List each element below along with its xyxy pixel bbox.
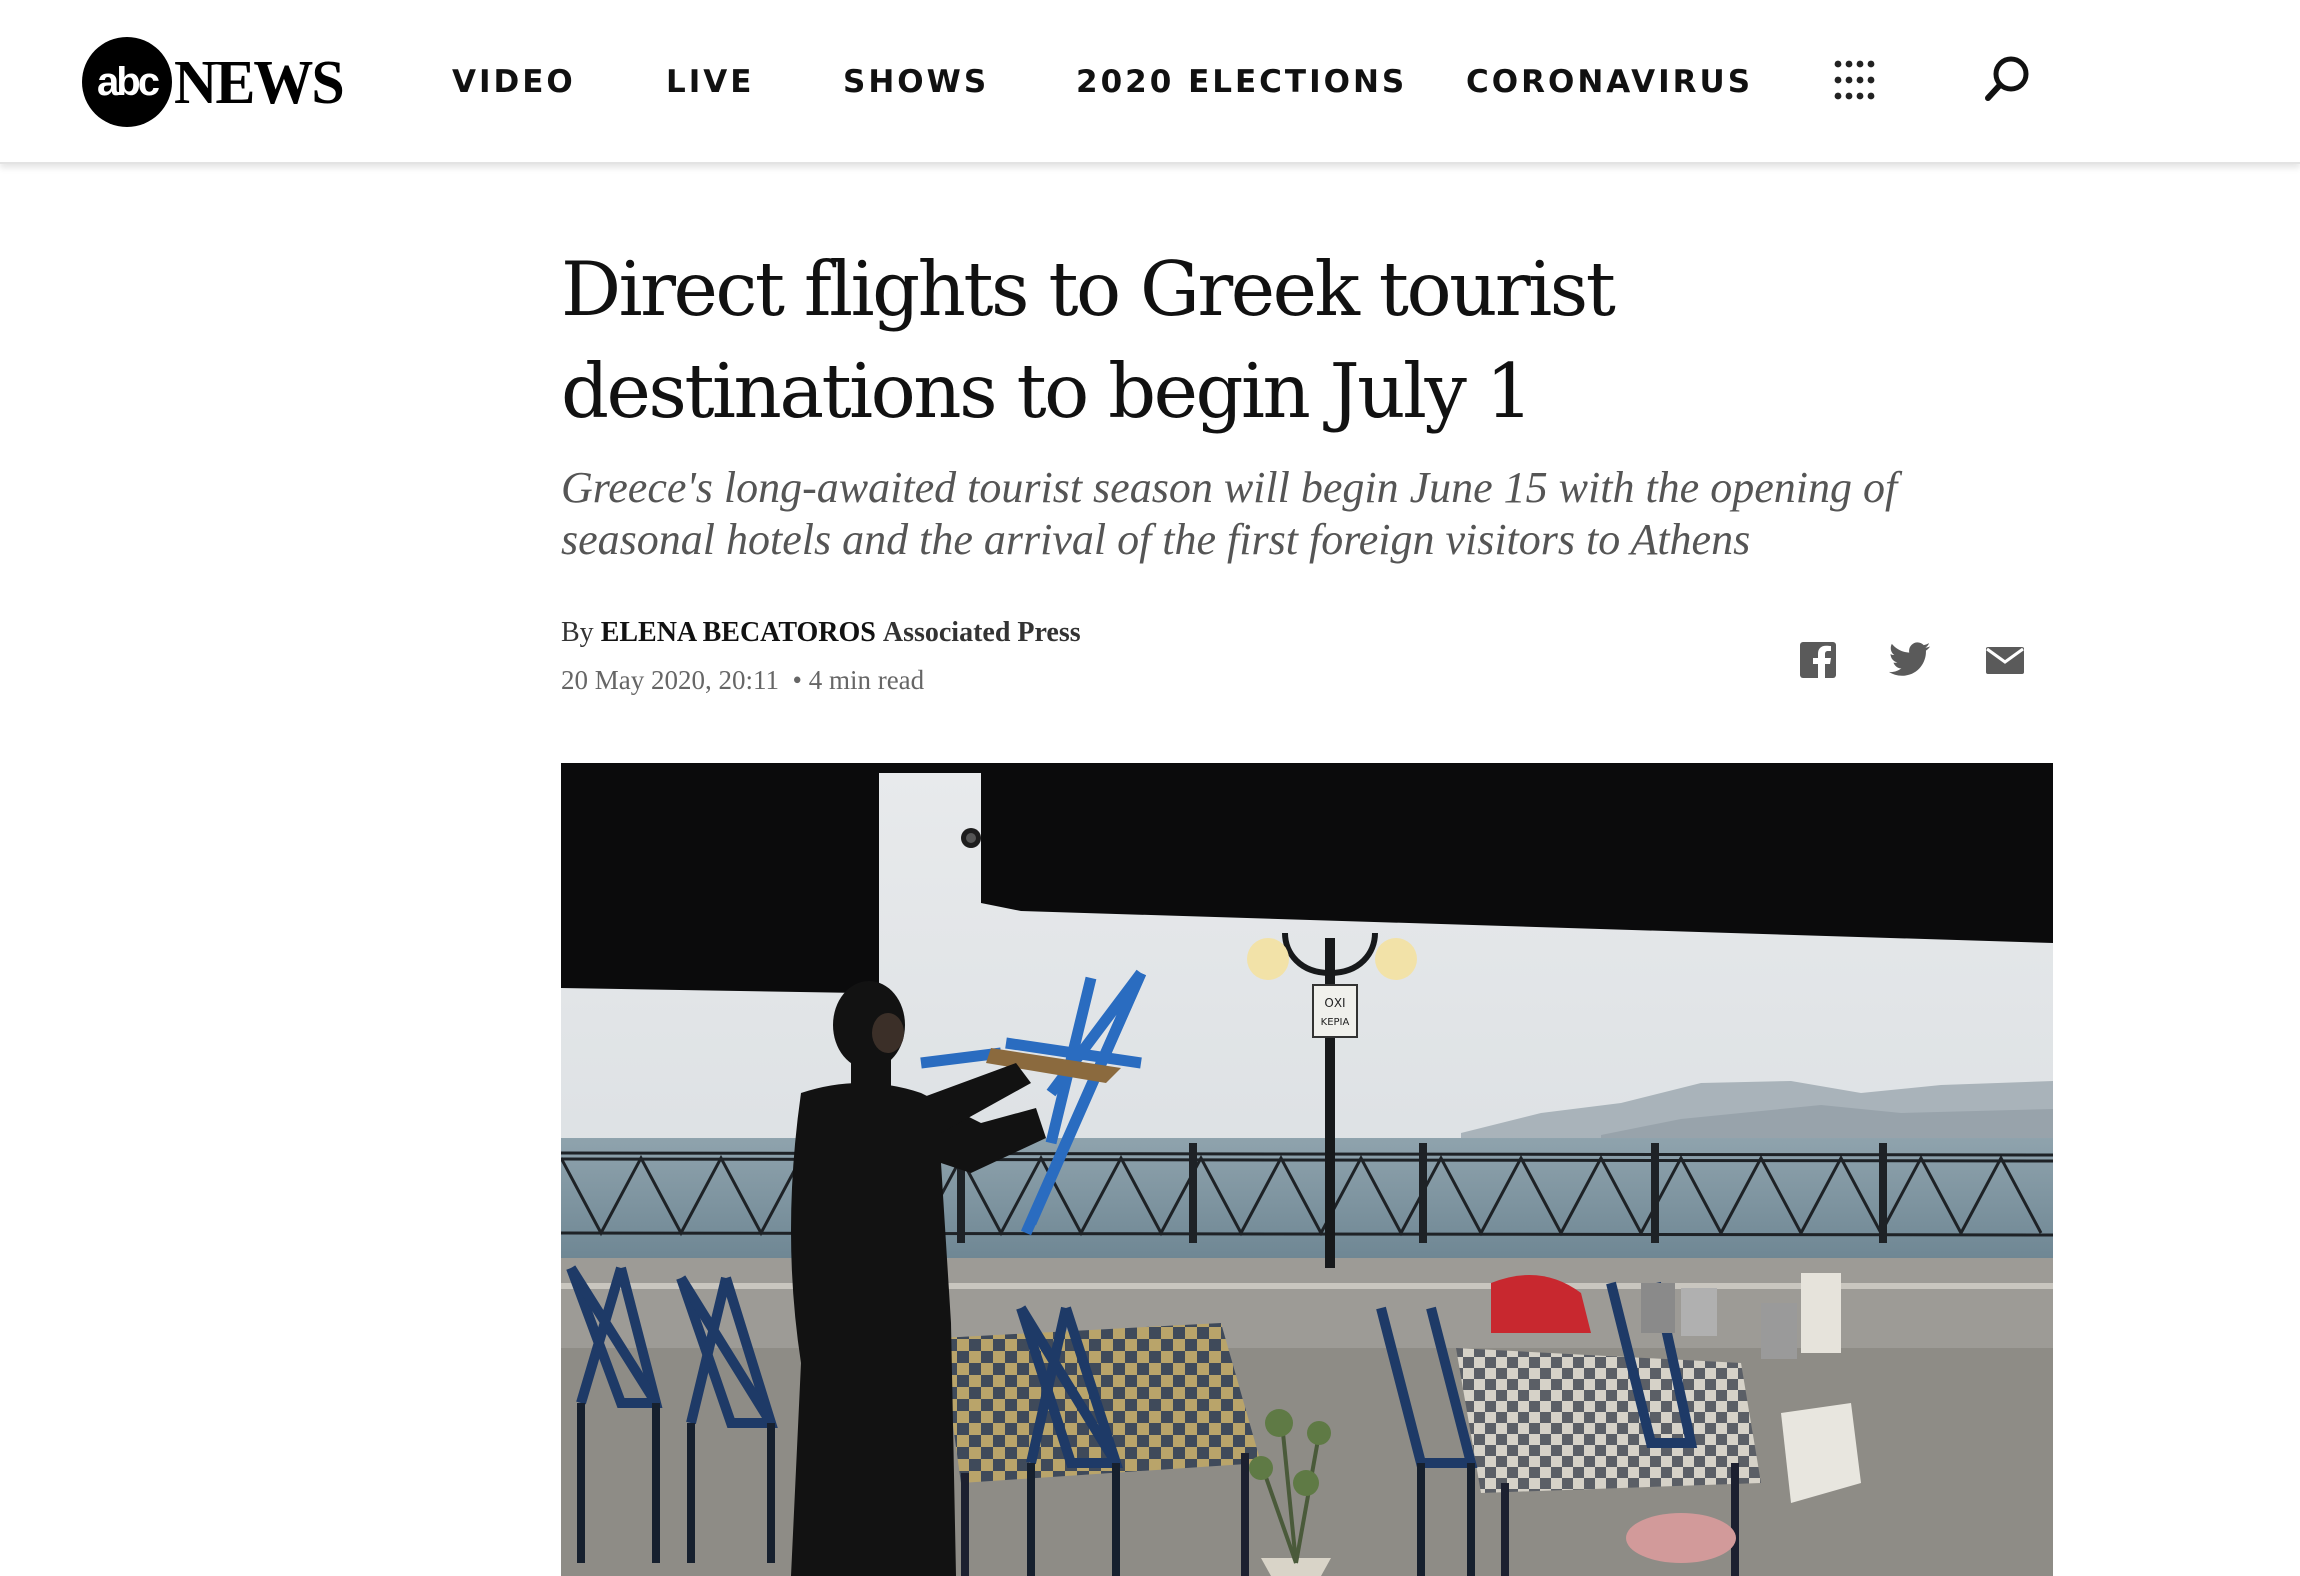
email-icon[interactable] (1983, 638, 2027, 682)
author-name[interactable]: ELENA BECATOROS (601, 617, 876, 648)
search-icon[interactable] (1982, 54, 2032, 104)
article-headline: Direct flights to Greek tourist destinat… (561, 238, 1761, 442)
article-hero-photo: ΟΧΙ ΚΕΡΙΑ (561, 763, 2053, 1576)
logo-wordmark: NEWS (174, 46, 345, 117)
byline: By ELENA BECATOROS Associated Press (561, 617, 1081, 649)
facebook-icon[interactable] (1796, 638, 1840, 682)
logo-mark: abc (82, 37, 172, 127)
headline-line-1: Direct flights to Greek tourist (561, 245, 1616, 333)
grid-menu-icon[interactable] (1832, 58, 1876, 102)
photo-sign-text: ΟΧΙ (1324, 996, 1345, 1010)
twitter-icon[interactable] (1888, 638, 1932, 682)
author-organization: Associated Press (882, 617, 1081, 648)
nav-item-shows[interactable]: SHOWS (843, 54, 989, 110)
nav-item-coronavirus[interactable]: CORONAVIRUS (1466, 54, 1753, 110)
site-header: abc NEWS VIDEO LIVE SHOWS 2020 ELECTIONS… (0, 0, 2300, 164)
svg-text:ΚΕΡΙΑ: ΚΕΡΙΑ (1321, 1017, 1350, 1028)
headline-line-2: destinations to begin July 1 (561, 347, 1533, 435)
abc-news-logo[interactable]: abc NEWS (82, 36, 345, 128)
article-subheadline: Greece's long-awaited tourist season wil… (561, 463, 1898, 564)
article-meta: 20 May 2020, 20:11 • 4 min read (561, 665, 924, 696)
nav-item-video[interactable]: VIDEO (452, 54, 576, 110)
nav-item-2020-elections[interactable]: 2020 ELECTIONS (1076, 54, 1407, 110)
publish-date: 20 May 2020, 20:11 (561, 665, 779, 695)
nav-item-live[interactable]: LIVE (666, 54, 754, 110)
byline-prefix: By (561, 617, 594, 648)
read-time: • 4 min read (792, 665, 925, 695)
